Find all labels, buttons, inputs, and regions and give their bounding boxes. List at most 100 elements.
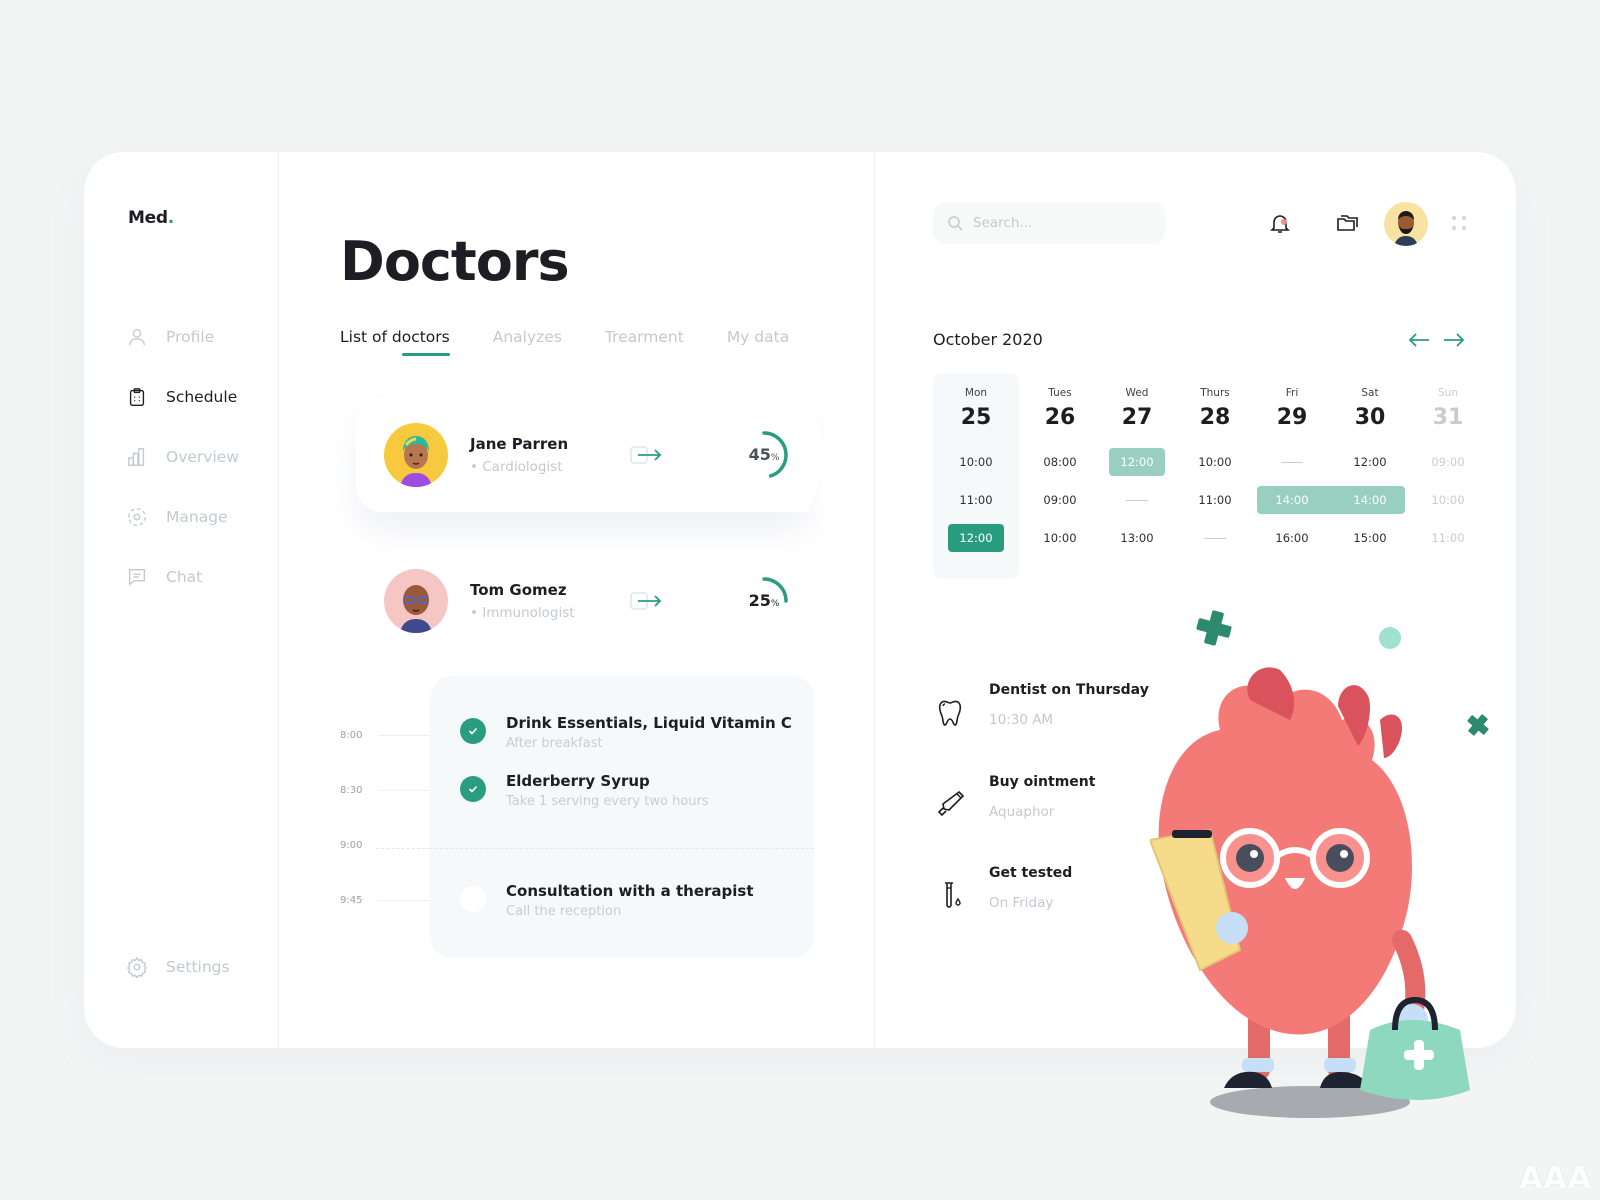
- tab-my-data[interactable]: My data: [727, 328, 789, 356]
- tab-analyzes[interactable]: Analyzes: [493, 328, 562, 356]
- ointment-tube-icon: [937, 790, 965, 817]
- grid-dots-icon[interactable]: [1450, 214, 1468, 232]
- page-title: Doctors: [340, 230, 570, 293]
- day-date: 27: [1121, 405, 1153, 430]
- tab-treatment[interactable]: Trearment: [605, 328, 684, 356]
- doctor-card[interactable]: Jane Parren • Cardiologist 45%: [356, 398, 828, 512]
- sidebar-item-chat[interactable]: Chat: [126, 566, 202, 588]
- sidebar-item-label: Settings: [166, 958, 230, 976]
- progress-value: 45%: [736, 445, 792, 464]
- timeline-divider: [376, 848, 430, 849]
- panel-divider: [874, 152, 875, 1048]
- plus-decoration-icon: [1467, 714, 1489, 736]
- progress-unit: %: [770, 599, 780, 609]
- calendar-time-slot[interactable]: 09:00: [1420, 448, 1476, 476]
- task-item[interactable]: Consultation with a therapist Call the re…: [460, 882, 754, 919]
- day-date: 31: [1432, 405, 1464, 430]
- sidebar-item-label: Chat: [166, 568, 203, 586]
- calendar-time-slot[interactable]: 10:00: [1420, 486, 1476, 514]
- progress-value: 25%: [736, 591, 792, 610]
- calendar-time-slot[interactable]: 08:00: [1032, 448, 1088, 476]
- day-date: 29: [1276, 405, 1308, 430]
- task-checkbox[interactable]: [460, 776, 486, 802]
- task-item[interactable]: Drink Essentials, Liquid Vitamin C After …: [460, 714, 792, 751]
- sidebar-divider: [278, 152, 279, 1048]
- user-avatar[interactable]: [1384, 202, 1428, 246]
- day-date: 28: [1199, 405, 1231, 430]
- calendar-day-header: Sun 31: [1409, 373, 1487, 430]
- sidebar-item-manage[interactable]: Manage: [126, 506, 228, 528]
- timeline-time: 9:00: [340, 840, 363, 851]
- calendar-time-slot[interactable]: 12:00: [1109, 448, 1165, 476]
- calendar-time-slot[interactable]: 13:00: [1109, 524, 1165, 552]
- gear-icon: [126, 956, 148, 978]
- day-name: Wed: [1125, 387, 1149, 399]
- calendar-time-slot[interactable]: 11:00: [948, 486, 1004, 514]
- sidebar-item-overview[interactable]: Overview: [126, 446, 239, 468]
- todo-subtitle: Aquaphor: [989, 804, 1055, 820]
- todo-item[interactable]: Dentist on Thursday 10:30 AM: [933, 682, 1149, 730]
- calendar-time-slot[interactable]: 14:00: [1342, 486, 1398, 514]
- todo-item[interactable]: Get tested On Friday: [933, 865, 1072, 913]
- brand-logo[interactable]: Med.: [128, 208, 174, 228]
- calendar-time-slot: —: [1109, 486, 1165, 514]
- calendar-time-slot[interactable]: 14:00: [1264, 486, 1320, 514]
- folders-icon[interactable]: [1334, 210, 1360, 236]
- task-subtitle: After breakfast: [506, 736, 603, 751]
- calendar-day-header: Mon 25: [937, 373, 1015, 430]
- todo-item[interactable]: Buy ointment Aquaphor: [933, 774, 1095, 822]
- task-subtitle: Call the reception: [506, 904, 622, 919]
- doctor-card[interactable]: Tom Gomez • Immunologist 25%: [356, 544, 808, 658]
- calendar-time-slot[interactable]: 16:00: [1264, 524, 1320, 552]
- open-doctor-arrow-icon[interactable]: [630, 590, 664, 612]
- task-list: Drink Essentials, Liquid Vitamin C After …: [430, 676, 814, 958]
- calendar-time-slot[interactable]: 09:00: [1032, 486, 1088, 514]
- doctor-specialty: • Immunologist: [470, 605, 575, 621]
- brand-dot: .: [167, 208, 174, 228]
- tooth-icon: [938, 700, 962, 726]
- calendar-day-header: Tues 26: [1021, 373, 1099, 430]
- search-box[interactable]: [933, 202, 1165, 244]
- search-input[interactable]: [973, 215, 1153, 231]
- sidebar-item-label: Schedule: [166, 388, 238, 406]
- test-tube-icon: [945, 882, 961, 908]
- sidebar-item-schedule[interactable]: Schedule: [126, 386, 237, 408]
- sidebar-item-settings[interactable]: Settings: [126, 956, 230, 978]
- calendar-time-slot[interactable]: 10:00: [948, 448, 1004, 476]
- day-date: 26: [1044, 405, 1076, 430]
- calendar-day-header: Thurs 28: [1176, 373, 1254, 430]
- todo-title: Buy ointment: [989, 774, 1096, 790]
- todo-title: Dentist on Thursday: [989, 682, 1149, 698]
- task-checkbox[interactable]: [460, 718, 486, 744]
- arrow-left-icon[interactable]: [1407, 330, 1431, 350]
- calendar-time-slot[interactable]: 10:00: [1032, 524, 1088, 552]
- task-checkbox[interactable]: [460, 886, 486, 912]
- calendar-time-slot[interactable]: 10:00: [1187, 448, 1243, 476]
- sidebar-item-label: Overview: [166, 448, 239, 466]
- search-icon: [948, 216, 963, 231]
- tab-list-of-doctors[interactable]: List of doctors: [340, 328, 450, 356]
- task-subtitle: Take 1 serving every two hours: [506, 794, 709, 809]
- calendar-time-slot: —: [1187, 524, 1243, 552]
- sidebar-item-profile[interactable]: Profile: [126, 326, 214, 348]
- day-date: 30: [1354, 405, 1386, 430]
- calendar-time-slot[interactable]: 12:00: [1342, 448, 1398, 476]
- task-item[interactable]: Elderberry Syrup Take 1 serving every two…: [460, 772, 709, 809]
- calendar-time-slot[interactable]: 11:00: [1187, 486, 1243, 514]
- open-doctor-arrow-icon[interactable]: [630, 444, 664, 466]
- doctor-avatar: [384, 569, 448, 633]
- calendar-time-slot[interactable]: 11:00: [1420, 524, 1476, 552]
- todo-subtitle: 10:30 AM: [989, 712, 1054, 728]
- calendar-time-slot[interactable]: 15:00: [1342, 524, 1398, 552]
- day-name: Tues: [1048, 387, 1072, 399]
- arrow-right-icon[interactable]: [1442, 330, 1466, 350]
- dot-decoration: [1379, 627, 1401, 649]
- task-title: Elderberry Syrup: [506, 772, 650, 790]
- day-name: Sun: [1438, 387, 1458, 399]
- calendar-time-slot[interactable]: 12:00: [948, 524, 1004, 552]
- calendar-day-header: Fri 29: [1253, 373, 1331, 430]
- watermark: AAA: [1519, 1161, 1592, 1196]
- plus-decoration-icon: [1196, 610, 1232, 646]
- bell-icon[interactable]: [1267, 210, 1293, 236]
- timeline-row: 9:00: [340, 840, 370, 851]
